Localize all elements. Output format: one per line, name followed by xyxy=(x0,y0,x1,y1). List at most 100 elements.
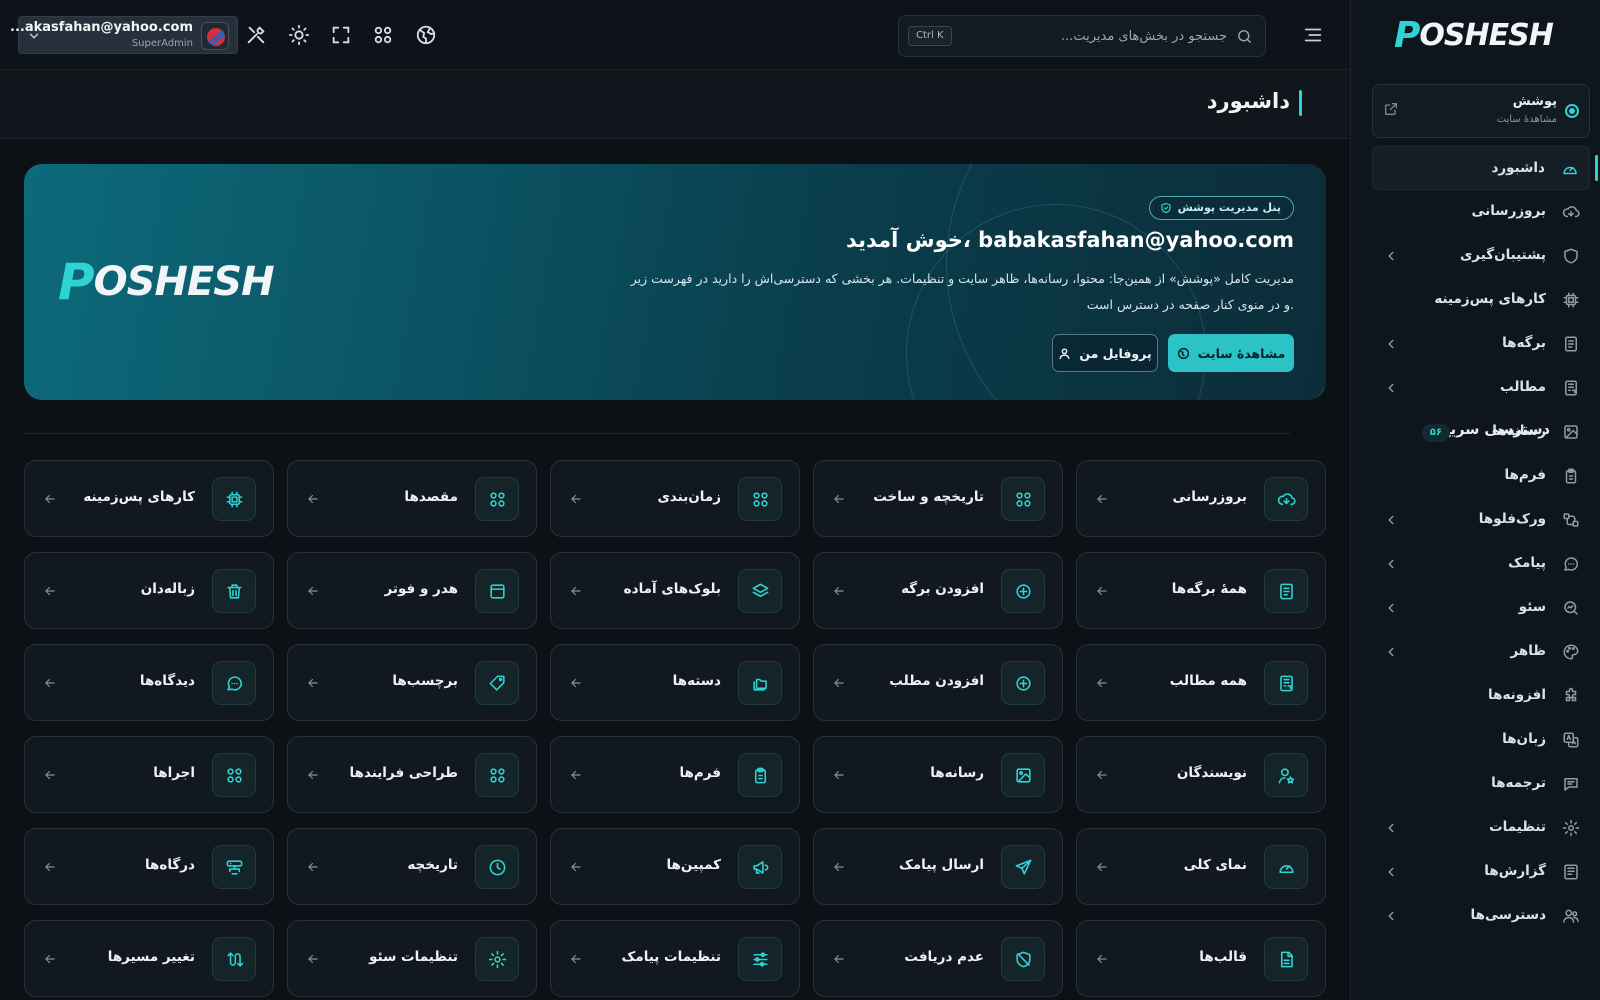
theme-sun-icon[interactable] xyxy=(288,24,310,46)
quick-access-card[interactable]: کمپین‌ها xyxy=(550,828,800,905)
quick-access-card[interactable]: افزودن برگه xyxy=(813,552,1063,629)
search-icon xyxy=(1236,28,1253,45)
search-box[interactable]: Ctrl K xyxy=(898,15,1266,57)
arrow-left-icon xyxy=(43,768,57,782)
arrow-left-icon xyxy=(43,952,57,966)
quick-access-card[interactable]: قالب‌ها xyxy=(1076,920,1326,997)
quick-access-card[interactable]: فرم‌ها xyxy=(550,736,800,813)
arrow-left-icon xyxy=(1095,492,1109,506)
quick-access-card[interactable]: دسته‌ها xyxy=(550,644,800,721)
arrow-left-icon xyxy=(832,952,846,966)
top-bar: Ctrl K ...akasfahan@yahoo.com SuperAdmin xyxy=(0,0,1350,70)
quick-access-card[interactable]: تاریخچه xyxy=(287,828,537,905)
user-role: SuperAdmin xyxy=(131,38,193,49)
sidebar-item[interactable]: تنظیمات xyxy=(1372,806,1590,850)
sidebar-item[interactable]: گزارش‌ها xyxy=(1372,850,1590,894)
search-input[interactable] xyxy=(967,16,1227,56)
quick-access-card[interactable]: ارسال پیامک xyxy=(813,828,1063,905)
sidebar-item-label: ورک‌فلوها xyxy=(1478,511,1546,527)
arrow-left-icon xyxy=(306,768,320,782)
quick-access-card[interactable]: مقصدها xyxy=(287,460,537,537)
sidebar-item[interactable]: فرم‌ها xyxy=(1372,454,1590,498)
quick-access-card-label: کارهای پس‌زمینه xyxy=(83,489,195,505)
quick-access-card[interactable]: درگاه‌ها xyxy=(24,828,274,905)
grid-icon xyxy=(475,477,519,521)
quick-access-card-label: دیدگاه‌ها xyxy=(139,673,195,689)
avatar xyxy=(201,22,229,50)
shortcut-hint: Ctrl K xyxy=(908,26,952,46)
quick-access-card[interactable]: همهٔ برگه‌ها xyxy=(1076,552,1326,629)
arrow-left-icon xyxy=(569,952,583,966)
sidebar: P OSHESH پوشش مشاهدهٔ سایت داشبورد بروزرسا… xyxy=(1350,0,1600,1000)
sidebar-item[interactable]: پشتیبان‌گیری xyxy=(1372,234,1590,278)
quick-access-card[interactable]: همه مطالب xyxy=(1076,644,1326,721)
quick-access-card-label: فرم‌ها xyxy=(679,765,721,781)
quick-access-card[interactable]: نویسندگان xyxy=(1076,736,1326,813)
arrow-left-icon xyxy=(832,676,846,690)
view-site-card[interactable]: پوشش مشاهدهٔ سایت xyxy=(1372,84,1590,138)
chevron-left-icon xyxy=(1384,513,1398,527)
quick-access-card-label: هدر و فوتر xyxy=(384,581,459,597)
file-icon xyxy=(1264,937,1308,981)
sidebar-item-label: سئو xyxy=(1518,599,1546,615)
sidebar-item[interactable]: برگه‌ها xyxy=(1372,322,1590,366)
report-icon xyxy=(1562,863,1580,881)
arrow-left-icon xyxy=(1095,952,1109,966)
quick-access-card[interactable]: افزودن مطلب xyxy=(813,644,1063,721)
globe-icon[interactable] xyxy=(415,24,437,46)
quick-access-card[interactable]: نمای کلی xyxy=(1076,828,1326,905)
sidebar-item[interactable]: داشبورد xyxy=(1372,146,1598,190)
sidebar-item[interactable]: افزونه‌ها xyxy=(1372,674,1590,718)
quick-access-card-label: افزودن مطلب xyxy=(889,673,984,689)
quick-access-card[interactable]: عدم دریافت xyxy=(813,920,1063,997)
brand-logo[interactable]: P OSHESH xyxy=(1394,16,1554,56)
sidebar-item[interactable]: ترجمه‌ها xyxy=(1372,762,1590,806)
my-profile-button[interactable]: پروفایل من xyxy=(1052,334,1158,372)
user-star-icon xyxy=(1264,753,1308,797)
quick-access-card[interactable]: تغییر مسیرها xyxy=(24,920,274,997)
my-profile-label: پروفایل من xyxy=(1079,345,1152,361)
quick-access-card[interactable]: هدر و فوتر xyxy=(287,552,537,629)
sidebar-item[interactable]: دسترسی‌ها xyxy=(1372,894,1590,938)
sidebar-item[interactable]: سئو xyxy=(1372,586,1590,630)
arrow-left-icon xyxy=(43,676,57,690)
arrow-left-icon xyxy=(43,492,57,506)
fullscreen-icon[interactable] xyxy=(330,24,352,46)
user-menu[interactable]: ...akasfahan@yahoo.com SuperAdmin xyxy=(10,16,238,54)
sidebar-item-label: ترجمه‌ها xyxy=(1491,775,1546,791)
sidebar-item[interactable]: مطالب xyxy=(1372,366,1590,410)
chevron-left-icon xyxy=(1384,909,1398,923)
quick-access-card-label: افزودن برگه xyxy=(901,581,984,597)
sidebar-item[interactable]: بروزرسانی xyxy=(1372,190,1590,234)
sidebar-item[interactable]: ظاهر xyxy=(1372,630,1590,674)
arrow-left-icon xyxy=(832,860,846,874)
sidebar-item[interactable]: پیامک xyxy=(1372,542,1590,586)
quick-access-card[interactable]: بلوک‌های آماده xyxy=(550,552,800,629)
sidebar-item-label: گزارش‌ها xyxy=(1484,863,1546,879)
quick-access-card-label: اجراها xyxy=(153,765,195,781)
gauge-icon xyxy=(1561,160,1579,178)
quick-access-card[interactable]: تنظیمات پیامک xyxy=(550,920,800,997)
quick-access-card[interactable]: بروزرسانی xyxy=(1076,460,1326,537)
tools-icon[interactable] xyxy=(245,24,267,46)
quick-access-card[interactable]: تنظیمات سئو xyxy=(287,920,537,997)
sidebar-item[interactable]: کارهای پس‌زمینه xyxy=(1372,278,1590,322)
apps-grid-icon[interactable] xyxy=(372,24,394,46)
gateway-icon xyxy=(212,845,256,889)
quick-access-card[interactable]: برچسب‌ها xyxy=(287,644,537,721)
quick-access-card[interactable]: کارهای پس‌زمینه xyxy=(24,460,274,537)
quick-access-card[interactable]: دیدگاه‌ها xyxy=(24,644,274,721)
language-icon xyxy=(1562,731,1580,749)
sidebar-item[interactable]: ورک‌فلوها xyxy=(1372,498,1590,542)
quick-access-card[interactable]: طراحی فرایندها xyxy=(287,736,537,813)
quick-access-card[interactable]: تاریخچه و ساخت xyxy=(813,460,1063,537)
quick-access-card[interactable]: اجراها xyxy=(24,736,274,813)
sidebar-item[interactable]: زبان‌ها xyxy=(1372,718,1590,762)
menu-toggle-icon[interactable] xyxy=(1302,24,1324,46)
sidebar-item-label: داشبورد xyxy=(1491,160,1545,176)
palette-icon xyxy=(1562,643,1580,661)
quick-access-card[interactable]: زباله‌دان xyxy=(24,552,274,629)
quick-access-card[interactable]: زمان‌بندی xyxy=(550,460,800,537)
view-site-button[interactable]: مشاهدهٔ سایت xyxy=(1168,334,1294,372)
quick-access-card[interactable]: رسانه‌ها xyxy=(813,736,1063,813)
